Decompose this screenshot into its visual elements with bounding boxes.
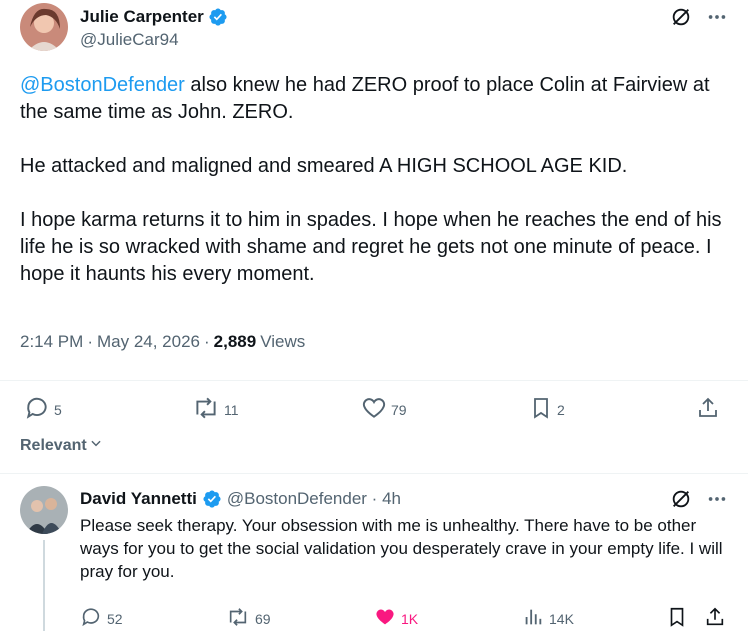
reply-views-count: 14K — [549, 610, 574, 627]
author-name[interactable]: Julie Carpenter — [80, 7, 204, 27]
repost-icon — [226, 606, 250, 631]
meta-separator: · — [204, 332, 210, 351]
grok-icon[interactable] — [670, 6, 692, 28]
repost-count: 11 — [224, 401, 239, 418]
author-handle[interactable]: @JulieCar94 — [80, 30, 179, 50]
like-count: 79 — [391, 401, 407, 418]
post-time[interactable]: 2:14 PM — [20, 332, 83, 352]
replies-sort-dropdown[interactable]: Relevant — [20, 436, 103, 455]
more-icon[interactable] — [706, 488, 728, 510]
reply-count: 5 — [54, 401, 62, 418]
reply-action-bar: 52 69 1K 14K — [0, 606, 748, 630]
views-icon — [522, 606, 544, 631]
author-name-row: Julie Carpenter — [80, 7, 228, 27]
post-paragraph-1: @BostonDefender also knew he had ZERO pr… — [20, 72, 732, 126]
bookmark-icon — [529, 395, 553, 424]
like-button[interactable]: 79 — [361, 395, 407, 424]
reply-post[interactable]: David Yannetti @BostonDefender · 4h Plea… — [0, 474, 748, 631]
reply-icon — [24, 395, 50, 424]
meta-separator: · — [87, 332, 93, 351]
reply-top-actions — [670, 488, 728, 510]
share-button[interactable] — [696, 395, 720, 424]
bookmark-icon — [666, 606, 688, 631]
post-paragraph-3: I hope karma returns it to him in spades… — [20, 209, 722, 285]
repost-icon — [192, 395, 220, 424]
reply-repost-button[interactable]: 69 — [226, 606, 271, 631]
reply-share-button[interactable] — [704, 606, 726, 631]
grok-icon[interactable] — [670, 488, 692, 510]
reply-repost-count: 69 — [255, 610, 271, 627]
post-top-actions — [670, 6, 728, 28]
reply-views-button[interactable]: 14K — [522, 606, 574, 631]
share-icon — [696, 395, 720, 424]
verified-badge-icon[interactable] — [202, 489, 222, 509]
reply-handle-time[interactable]: @BostonDefender · 4h — [227, 489, 401, 509]
mention-link[interactable]: @BostonDefender — [20, 74, 185, 96]
views-count: 2,889 — [213, 332, 257, 351]
heart-icon — [374, 606, 396, 631]
reply-icon — [80, 606, 102, 631]
reply-like-count: 1K — [401, 610, 419, 627]
reply-bookmark-button[interactable] — [666, 606, 688, 631]
main-post: Julie Carpenter @JulieCar94 @BostonDefen… — [0, 0, 748, 465]
avatar[interactable] — [20, 3, 68, 51]
heart-icon — [361, 395, 387, 424]
more-icon[interactable] — [706, 6, 728, 28]
reply-author-name[interactable]: David Yannetti — [80, 489, 197, 509]
post-action-bar: 5 11 79 2 — [0, 380, 748, 430]
post-body: @BostonDefender also knew he had ZERO pr… — [20, 72, 732, 288]
views-label: Views — [260, 332, 306, 351]
bookmark-count: 2 — [557, 401, 565, 418]
verified-badge-icon[interactable] — [208, 7, 228, 27]
post-paragraph-2: He attacked and maligned and smeared A H… — [20, 155, 628, 177]
reply-reply-button[interactable]: 52 — [80, 606, 123, 631]
post-date[interactable]: May 24, 2026 — [97, 332, 200, 352]
reply-button[interactable]: 5 — [24, 395, 62, 424]
reply-avatar[interactable] — [20, 486, 68, 534]
repost-button[interactable]: 11 — [192, 395, 239, 424]
sort-label: Relevant — [20, 436, 87, 454]
reply-like-button[interactable]: 1K — [374, 606, 418, 631]
reply-reply-count: 52 — [107, 610, 123, 627]
bookmark-button[interactable]: 2 — [529, 395, 565, 424]
post-meta: 2:14 PM · May 24, 2026 · 2,889 Views — [20, 332, 305, 352]
share-icon — [704, 606, 726, 631]
reply-header: David Yannetti @BostonDefender · 4h — [80, 489, 401, 509]
reply-body: Please seek therapy. Your obsession with… — [80, 516, 723, 581]
chevron-down-icon — [89, 436, 103, 455]
